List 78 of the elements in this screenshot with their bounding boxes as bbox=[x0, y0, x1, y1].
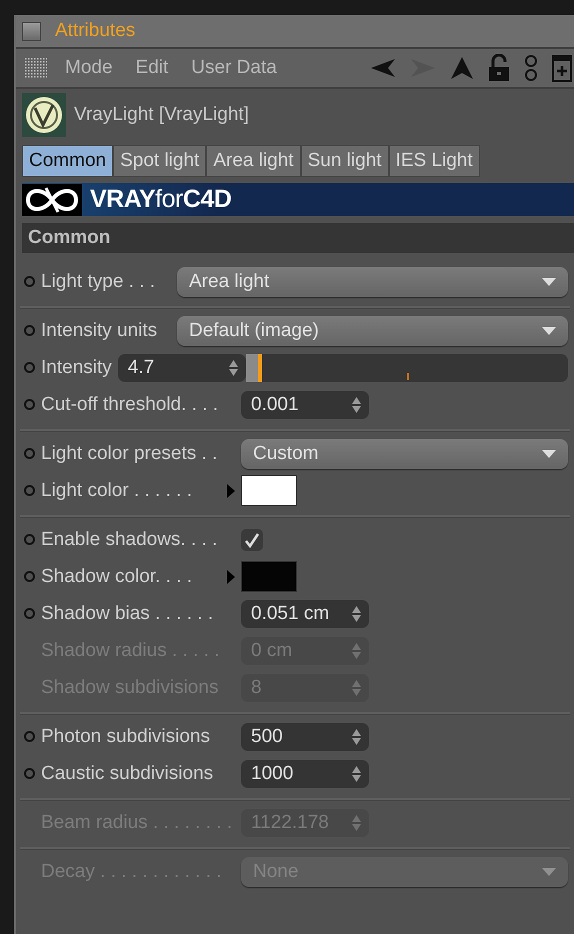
animation-dot-icon[interactable] bbox=[24, 768, 35, 779]
field-label: Light color . . . . . . bbox=[41, 480, 194, 502]
spinner-arrows-icon[interactable] bbox=[352, 814, 361, 832]
animation-dot-icon[interactable] bbox=[24, 571, 35, 582]
tab[interactable]: Spot light bbox=[114, 146, 206, 176]
dropdown-value: Default (image) bbox=[189, 320, 320, 342]
animation-dot-icon[interactable] bbox=[24, 325, 35, 336]
field-label: Intensity bbox=[41, 356, 112, 378]
chain-link-icon[interactable] bbox=[524, 54, 538, 82]
field-label: Caustic subdivisions bbox=[41, 762, 214, 784]
menu-item[interactable]: User Data bbox=[191, 57, 277, 79]
expand-arrow-icon[interactable] bbox=[227, 484, 235, 498]
animation-dot-icon[interactable] bbox=[24, 362, 35, 373]
animation-dot-icon[interactable] bbox=[24, 485, 35, 496]
brand-name: VRAYforC4D bbox=[90, 185, 232, 214]
dropdown-arrow-icon bbox=[542, 278, 556, 286]
field-value: 0.051 cm bbox=[251, 602, 330, 624]
slider-fill[interactable] bbox=[246, 354, 262, 382]
field-label: Light type . . . bbox=[41, 270, 156, 292]
number-field[interactable]: 0.051 cm bbox=[241, 600, 369, 628]
window-title: Attributes bbox=[55, 20, 136, 42]
brand-logo-icon bbox=[22, 184, 82, 216]
spinner-arrows-icon[interactable] bbox=[228, 358, 238, 376]
dropdown-arrow-icon bbox=[542, 326, 556, 334]
number-field[interactable]: 4.7 bbox=[118, 354, 246, 382]
tab[interactable]: Area light bbox=[207, 146, 300, 176]
object-name: VrayLight [VrayLight] bbox=[74, 104, 249, 126]
dropdown[interactable]: Default (image) bbox=[177, 316, 568, 346]
field-label: Shadow bias . . . . . . bbox=[41, 602, 214, 624]
padlock-icon[interactable] bbox=[488, 54, 510, 82]
number-field[interactable]: 0.001 bbox=[241, 390, 369, 418]
dropdown-arrow-icon bbox=[542, 450, 556, 458]
menu-item[interactable]: Mode bbox=[65, 57, 113, 79]
spinner-arrows-icon[interactable] bbox=[352, 728, 361, 746]
new-panel-icon[interactable] bbox=[552, 54, 572, 82]
tab[interactable]: Common bbox=[23, 146, 112, 176]
field-label: Light color presets . . bbox=[41, 442, 218, 464]
tab[interactable]: Sun light bbox=[302, 146, 388, 176]
section-title: Common bbox=[28, 227, 110, 249]
back-arrow-icon[interactable] bbox=[370, 57, 396, 79]
slider-tick bbox=[406, 372, 409, 380]
animation-dot-icon[interactable] bbox=[24, 276, 35, 287]
color-swatch[interactable] bbox=[241, 475, 297, 506]
checkbox[interactable] bbox=[241, 528, 263, 550]
field-value: 0.001 bbox=[251, 394, 300, 416]
number-field[interactable]: 1000 bbox=[241, 760, 369, 788]
field-label: Enable shadows. . . . bbox=[41, 528, 218, 550]
spinner-arrows-icon[interactable] bbox=[352, 396, 361, 414]
spinner-arrows-icon[interactable] bbox=[352, 604, 361, 622]
expand-arrow-icon[interactable] bbox=[227, 570, 235, 584]
field-value: 500 bbox=[251, 726, 284, 748]
up-arrow-icon[interactable] bbox=[450, 56, 474, 80]
animation-dot-icon[interactable] bbox=[24, 731, 35, 742]
animation-dot-icon[interactable] bbox=[24, 534, 35, 545]
field-label: Cut-off threshold. . . . bbox=[41, 394, 220, 416]
field-value: 4.7 bbox=[128, 356, 156, 378]
animation-dot-icon[interactable] bbox=[24, 448, 35, 459]
animation-dot-icon[interactable] bbox=[24, 399, 35, 410]
menu-item[interactable]: Edit bbox=[136, 57, 168, 79]
field-label: Photon subdivisions bbox=[41, 726, 211, 748]
tab[interactable]: IES Light bbox=[390, 146, 479, 176]
dropdown-value: Area light bbox=[189, 270, 270, 292]
spinner-arrows-icon[interactable] bbox=[352, 642, 361, 660]
color-swatch[interactable] bbox=[241, 561, 297, 592]
field-label: Shadow color. . . . bbox=[41, 566, 194, 588]
field-label: Intensity units bbox=[41, 320, 158, 342]
dropdown[interactable]: Area light bbox=[177, 266, 568, 296]
field-value: 1000 bbox=[251, 762, 294, 784]
window-toggle-icon[interactable] bbox=[22, 22, 41, 40]
spinner-arrows-icon[interactable] bbox=[352, 678, 361, 696]
light-object-icon bbox=[22, 93, 66, 137]
dropdown-value: Custom bbox=[253, 442, 320, 464]
animation-dot-icon[interactable] bbox=[24, 608, 35, 619]
grip-icon[interactable] bbox=[25, 58, 47, 78]
spinner-arrows-icon[interactable] bbox=[352, 764, 361, 782]
dropdown[interactable]: Custom bbox=[241, 438, 568, 468]
dropdown-arrow-icon bbox=[542, 868, 556, 876]
number-field[interactable]: 500 bbox=[241, 722, 369, 750]
